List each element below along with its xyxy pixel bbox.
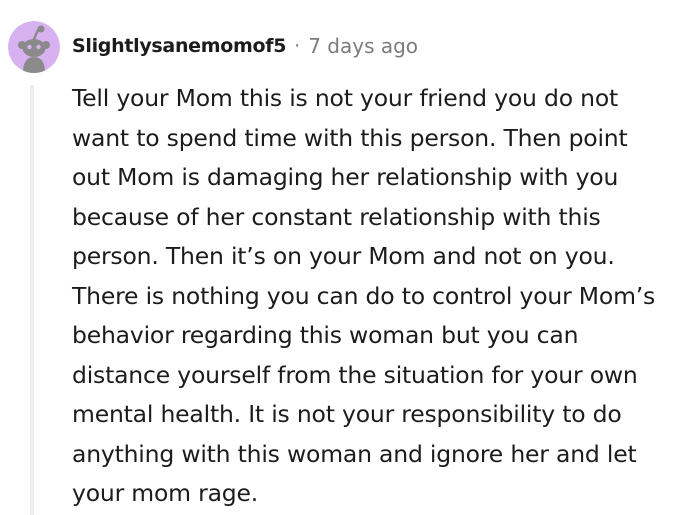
- separator-dot: ·: [294, 35, 301, 57]
- comment-body-line: anything with this woman and ignore her …: [72, 439, 637, 468]
- comment-body: Tell your Mom this is not your friend yo…: [72, 79, 698, 514]
- avatar[interactable]: [8, 21, 60, 73]
- comment-body-line: your mom rage.: [72, 479, 259, 507]
- timestamp-link[interactable]: 7 days ago: [308, 34, 418, 58]
- comment: Slightlysanemomof5 · 7 days ago Tell you…: [0, 0, 700, 515]
- comment-body-line: out Mom is damaging her relationship wit…: [72, 163, 619, 191]
- comment-body-line: mental health. It is not your responsibi…: [72, 400, 622, 428]
- comment-body-line: distance yourself from the situation for…: [72, 360, 638, 389]
- comment-body-line: because of her constant relationship wit…: [72, 202, 601, 231]
- comment-body-line: person. Then it’s on your Mom and not on…: [72, 242, 615, 270]
- comment-body-line: want to spend time with this person. The…: [72, 123, 628, 152]
- username-link[interactable]: Slightlysanemomof5: [72, 35, 286, 57]
- comment-header: Slightlysanemomof5 · 7 days ago: [72, 31, 418, 61]
- thread-collapse-line[interactable]: [30, 85, 34, 515]
- reddit-snoo-avatar-icon: [8, 21, 60, 73]
- comment-body-line: behavior regarding this woman but you ca…: [72, 321, 579, 349]
- comment-body-line: There is nothing you can do to control y…: [72, 281, 656, 310]
- comment-body-line: Tell your Mom this is not your friend yo…: [72, 84, 619, 112]
